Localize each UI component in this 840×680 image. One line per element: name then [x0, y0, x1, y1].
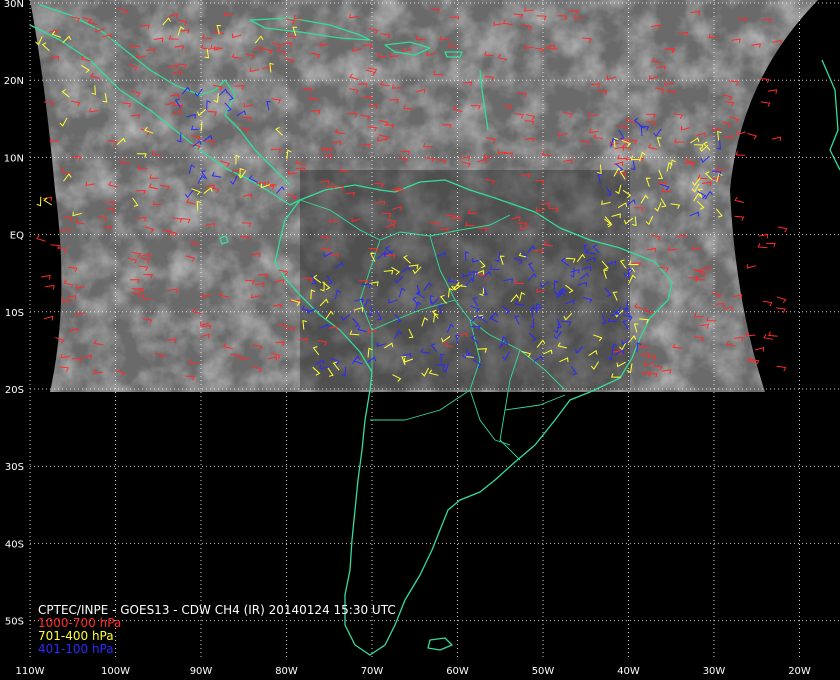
latitude-label: 10N [4, 153, 24, 164]
latitude-label: EQ [10, 231, 24, 242]
longitude-label: 50W [532, 666, 555, 677]
longitude-label: 30W [703, 666, 726, 677]
latitude-label: 40S [5, 539, 24, 550]
longitude-label: 20W [788, 666, 811, 677]
latitude-label: 30N [4, 0, 24, 10]
latitude-label: 30S [5, 462, 24, 473]
longitude-label: 60W [446, 666, 469, 677]
longitude-label: 70W [361, 666, 384, 677]
latitude-label: 20N [4, 76, 24, 87]
satellite-map: 110W 100W 90W 80W 70W 60W 50W 40W 30W 20W 30N 20N 1… [0, 0, 840, 680]
longitude-label: 110W [16, 666, 45, 677]
latitude-label: 50S [5, 617, 24, 628]
longitude-label: 80W [275, 666, 298, 677]
latitude-label: 20S [5, 385, 24, 396]
longitude-label: 90W [190, 666, 213, 677]
latitude-label: 10S [5, 308, 24, 319]
longitude-label: 40W [617, 666, 640, 677]
legend-high-level: 401-100 hPa [38, 642, 114, 656]
map-canvas: 110W 100W 90W 80W 70W 60W 50W 40W 30W 20W 30N 20N 1… [0, 0, 840, 680]
longitude-label: 100W [101, 666, 130, 677]
